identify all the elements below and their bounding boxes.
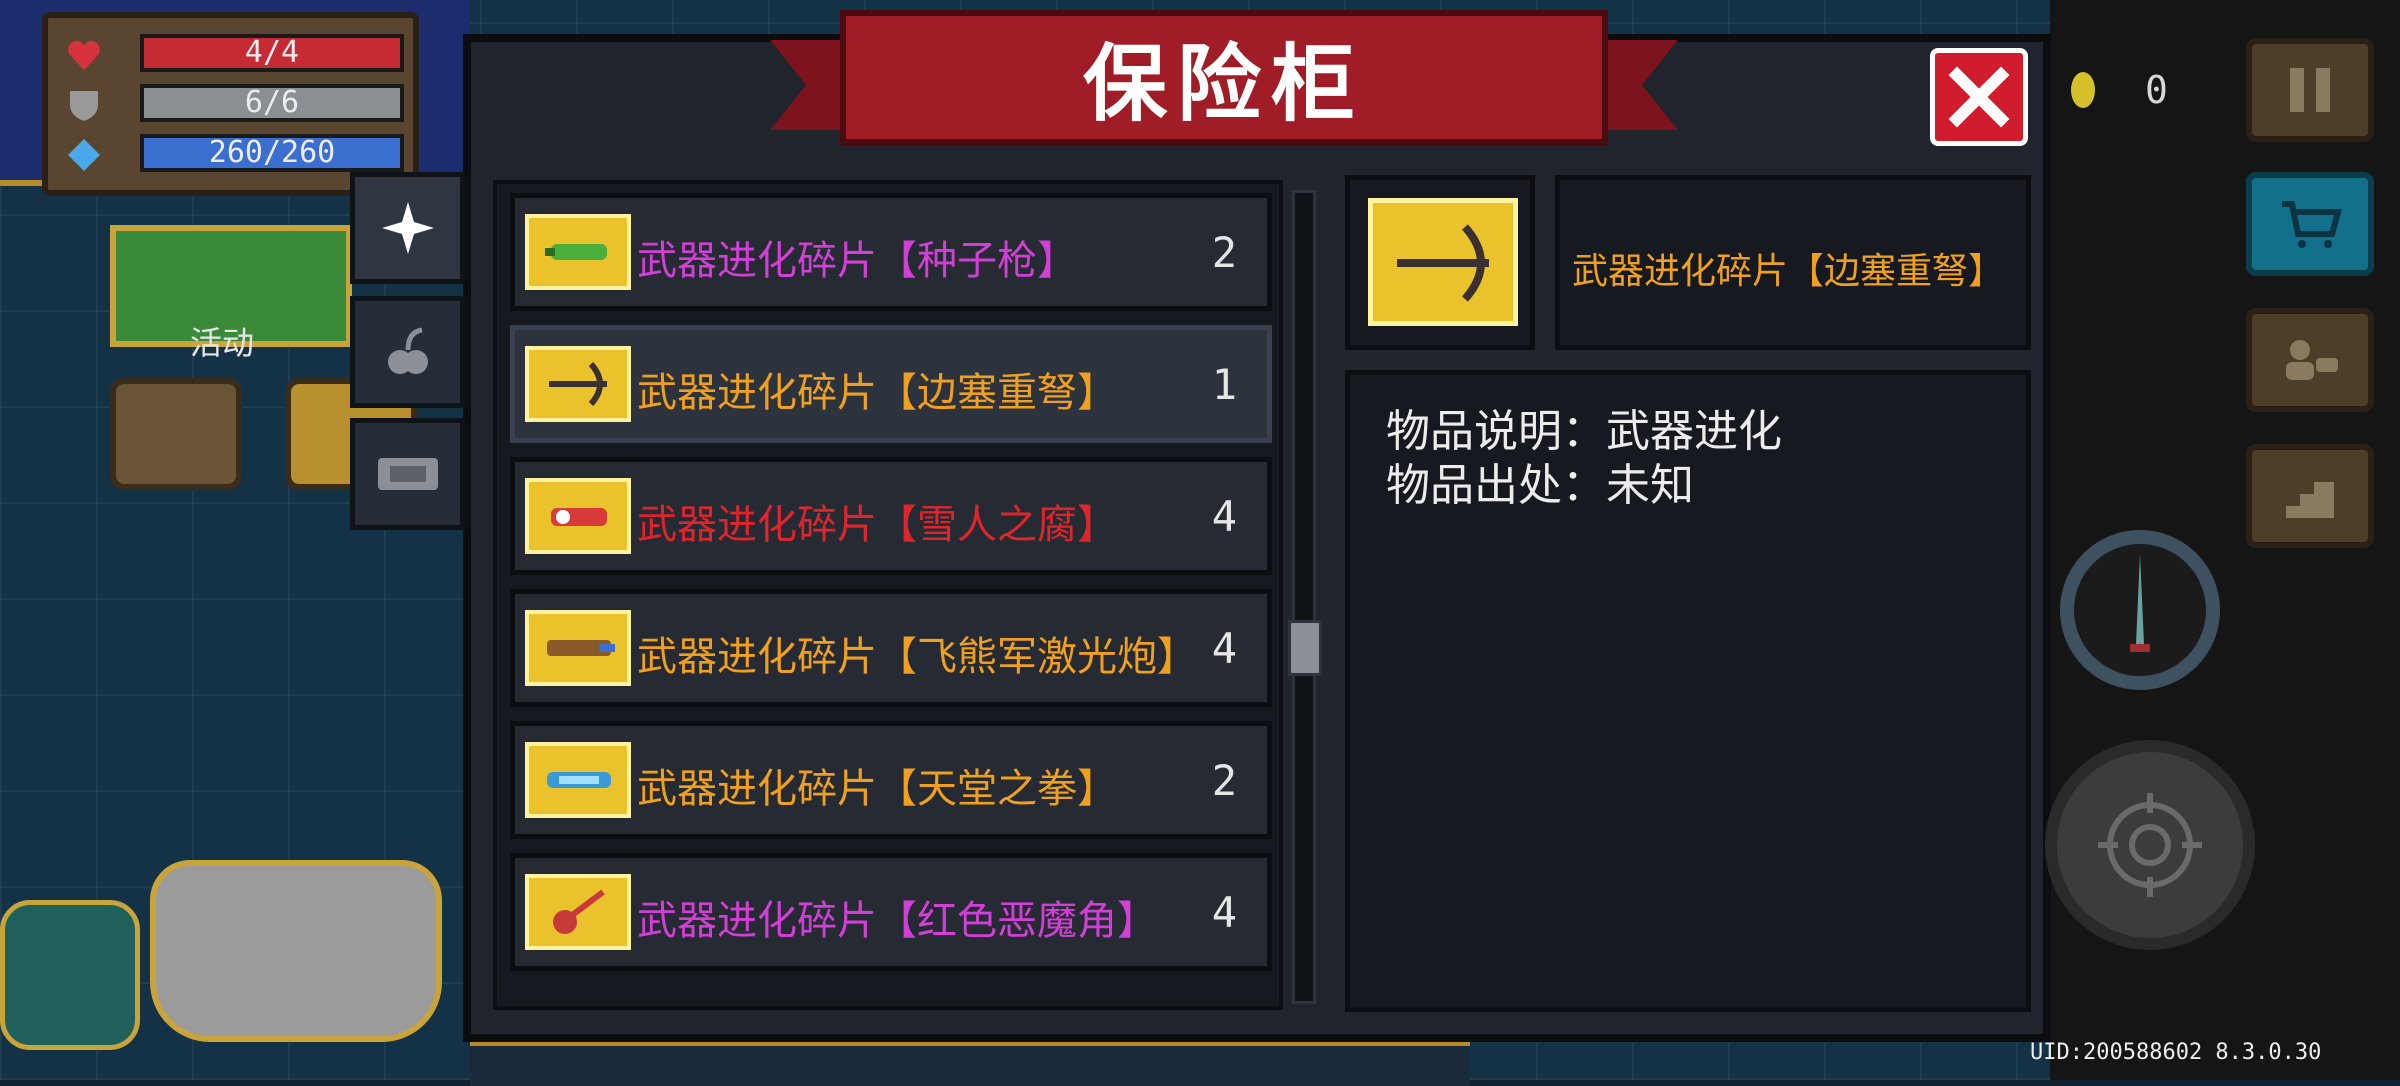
pause-button[interactable] [2246, 38, 2374, 142]
shield-icon [70, 91, 98, 121]
profile-button[interactable] [2246, 308, 2374, 412]
aim-joystick[interactable] [2045, 740, 2255, 950]
detail-icon-box [1345, 175, 1535, 350]
profile-card-icon [2286, 340, 2338, 380]
heaven-fist-icon [525, 742, 631, 818]
crossbow-icon [525, 346, 631, 422]
heart-icon [68, 40, 100, 70]
item-name: 武器进化碎片【天堂之拳】 [637, 766, 1117, 812]
plant-tab[interactable] [350, 296, 465, 408]
armor-bar: 6/6 [140, 84, 404, 122]
detail-description-box: 物品说明：武器进化 物品出处：未知 [1345, 370, 2031, 1012]
energy-row: 260/260 [66, 134, 404, 176]
item-quantity: 2 [1211, 228, 1237, 277]
list-item[interactable]: 武器进化碎片【红色恶魔角】 4 [510, 853, 1272, 971]
ticket-tab[interactable] [350, 418, 465, 530]
energy-diamond-icon [68, 139, 100, 171]
item-quantity: 4 [1211, 492, 1237, 541]
item-quantity: 2 [1211, 756, 1237, 805]
item-name: 武器进化碎片【飞熊军激光炮】 [637, 634, 1197, 680]
exit-button[interactable] [2246, 444, 2374, 548]
item-name: 武器进化碎片【边塞重弩】 [637, 370, 1117, 416]
armor-row: 6/6 [66, 84, 404, 126]
crosshair-icon [2098, 793, 2202, 897]
sword-icon [2130, 554, 2150, 652]
weapon-tab[interactable] [350, 172, 465, 284]
bottom-wall [470, 1040, 1470, 1086]
item-name: 武器进化碎片【红色恶魔角】 [637, 898, 1157, 944]
vault-title-ribbon: 保险柜 [770, 10, 1678, 150]
close-icon [1948, 66, 2010, 128]
item-name: 武器进化碎片【种子枪】 [637, 238, 1077, 284]
list-item[interactable]: 武器进化碎片【边塞重弩】 1 [510, 325, 1272, 443]
list-scrollbar[interactable] [1292, 190, 1316, 1004]
list-item[interactable]: 武器进化碎片【雪人之腐】 4 [510, 457, 1272, 575]
energy-bar: 260/260 [140, 134, 404, 172]
shop-button[interactable] [2246, 172, 2374, 276]
item-quantity: 4 [1211, 888, 1237, 937]
stairs-icon [2286, 482, 2334, 518]
detail-name-box: 武器进化碎片【边塞重弩】 [1555, 175, 2031, 350]
page-title: 保险柜 [1082, 35, 1365, 133]
forge-anvil[interactable] [150, 860, 442, 1042]
pause-icon [2290, 68, 2330, 112]
weapon-switch-button[interactable] [2060, 530, 2220, 690]
item-quantity: 4 [1211, 624, 1237, 673]
coin-icon [2071, 72, 2095, 108]
player-stats-panel: 4/4 6/6 260/260 [42, 12, 419, 196]
refresh-button[interactable] [110, 378, 242, 490]
cart-icon [2282, 201, 2342, 248]
hp-row: 4/4 [66, 34, 404, 76]
item-name: 武器进化碎片【雪人之腐】 [637, 502, 1117, 548]
hp-bar: 4/4 [140, 34, 404, 72]
coin-counter: 0 [2055, 48, 2215, 132]
ribbon-body: 保险柜 [840, 10, 1608, 145]
list-item[interactable]: 武器进化碎片【种子枪】 2 [510, 193, 1272, 311]
scrollbar-thumb[interactable] [1288, 620, 1322, 676]
red-demon-horn-icon [525, 874, 631, 950]
laser-cannon-icon [525, 610, 631, 686]
close-button[interactable] [1930, 48, 2028, 146]
snowman-gun-icon [525, 478, 631, 554]
ticket-icon [377, 458, 438, 490]
statue-decoration [0, 900, 140, 1050]
list-item[interactable]: 武器进化碎片【飞熊军激光炮】 4 [510, 589, 1272, 707]
item-quantity: 1 [1211, 360, 1237, 409]
plant-icon [387, 327, 428, 374]
coin-count: 0 [2145, 68, 2168, 112]
item-source: 物品出处：未知 [1386, 460, 1694, 511]
crossbow-icon [1368, 198, 1518, 326]
user-id-version: UID:200588602 8.3.0.30 [2030, 1040, 2322, 1065]
sparkle-icon [381, 202, 434, 254]
activity-label: 活动 [190, 324, 255, 362]
seed-gun-icon [525, 214, 631, 290]
detail-item-name: 武器进化碎片【边塞重弩】 [1572, 251, 2005, 292]
list-item[interactable]: 武器进化碎片【天堂之拳】 2 [510, 721, 1272, 839]
